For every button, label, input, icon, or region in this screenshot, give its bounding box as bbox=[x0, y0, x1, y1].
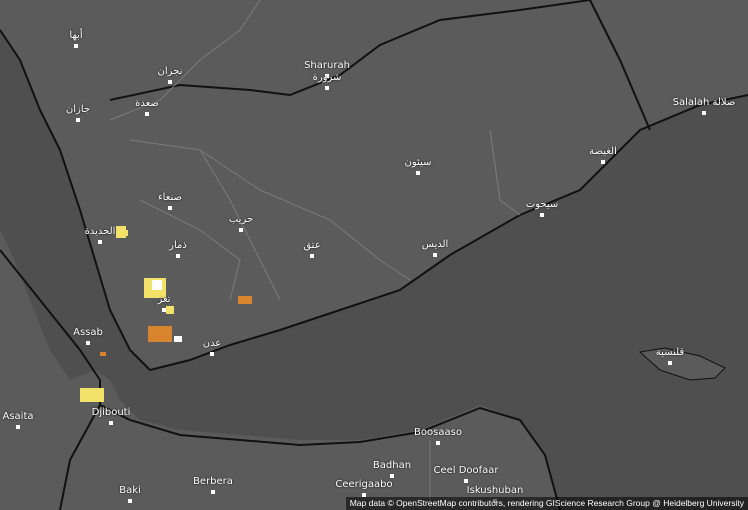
place-marker-harib bbox=[239, 228, 243, 232]
place-label-hudaydah: الحديدة bbox=[84, 226, 116, 237]
map-attribution: Map data © OpenStreetMap contributors, r… bbox=[345, 497, 748, 510]
radar-echo-lahij bbox=[148, 326, 182, 342]
place-label-ceerigaabo: Ceerigaabo bbox=[335, 479, 393, 490]
map-canvas[interactable]: أبها نجران Sharurah شرورة جازان صعدة Salalah ص… bbox=[0, 0, 748, 510]
place-marker-ghaydah2 bbox=[433, 253, 437, 257]
place-marker-jizan bbox=[76, 118, 80, 122]
place-label-aden: عدن bbox=[202, 338, 222, 349]
radar-echo-abyan bbox=[238, 296, 252, 304]
place-marker-bosaso bbox=[436, 441, 440, 445]
place-label-ghaydah: الغيضة bbox=[589, 146, 617, 157]
place-marker-ghaydah bbox=[601, 160, 605, 164]
place-marker-badhan bbox=[390, 474, 394, 478]
place-marker-ceel bbox=[464, 479, 468, 483]
place-label-iskushuban: Iskushuban bbox=[466, 485, 524, 496]
place-label-harib: حريب bbox=[228, 214, 254, 225]
place-marker-saada bbox=[145, 112, 149, 116]
place-marker-sayun bbox=[416, 171, 420, 175]
place-label-mukalla: سيحوت bbox=[525, 199, 559, 210]
place-marker-taizz bbox=[162, 308, 166, 312]
place-marker-sharurah-ar bbox=[325, 86, 329, 90]
place-label-saada: صعدة bbox=[135, 98, 159, 109]
place-label-socotra: قلنسية bbox=[655, 347, 685, 358]
place-label-berbera: Berbera bbox=[193, 476, 233, 487]
radar-echo-hudaydah bbox=[116, 226, 128, 238]
place-marker-baki bbox=[128, 499, 132, 503]
place-marker-mukalla bbox=[540, 213, 544, 217]
place-label-sayun: سيئون bbox=[404, 157, 432, 168]
place-marker-socotra bbox=[668, 361, 672, 365]
place-label-dhamar: ذمار bbox=[169, 240, 187, 251]
place-marker-abha bbox=[74, 44, 78, 48]
place-label-ataq: عتق bbox=[303, 240, 321, 251]
place-marker-sanaa bbox=[168, 206, 172, 210]
place-marker-assab bbox=[86, 341, 90, 345]
place-marker-dhamar bbox=[176, 254, 180, 258]
place-marker-ataq bbox=[310, 254, 314, 258]
place-marker-hudaydah bbox=[98, 240, 102, 244]
place-label-ceel: Ceel Doofaar bbox=[433, 465, 499, 476]
place-marker-berbera bbox=[211, 490, 215, 494]
place-label-baki: Baki bbox=[119, 485, 141, 496]
place-label-badhan: Badhan bbox=[372, 460, 412, 471]
place-label-djibouti: Djibouti bbox=[91, 407, 131, 418]
place-marker-djibouti bbox=[109, 421, 113, 425]
place-label-asaita: Asaita bbox=[2, 411, 34, 422]
place-label-sharurah-ar: شرورة bbox=[312, 72, 342, 83]
place-marker-salalah bbox=[702, 111, 706, 115]
place-label-sanaa: صنعاء bbox=[157, 192, 183, 203]
place-marker-najran bbox=[168, 80, 172, 84]
place-label-abha: أبها bbox=[69, 30, 83, 41]
radar-echo-djibouti bbox=[80, 388, 104, 402]
radar-echo-assab bbox=[100, 352, 106, 356]
place-label-najran: نجران bbox=[157, 66, 183, 77]
place-marker-aden bbox=[210, 352, 214, 356]
place-marker-asaita bbox=[16, 425, 20, 429]
place-label-taizz: تعز bbox=[157, 294, 171, 305]
place-label-bosaso: Boosaaso bbox=[414, 427, 462, 438]
place-label-jizan: جازان bbox=[65, 104, 91, 115]
place-label-assab: Assab bbox=[73, 327, 103, 338]
radar-layer bbox=[80, 226, 252, 402]
place-label-salalah: Salalah صلالة bbox=[672, 97, 736, 108]
place-label-sharurah: Sharurah bbox=[304, 60, 350, 71]
place-label-ghaydah2: الديس bbox=[421, 239, 449, 250]
